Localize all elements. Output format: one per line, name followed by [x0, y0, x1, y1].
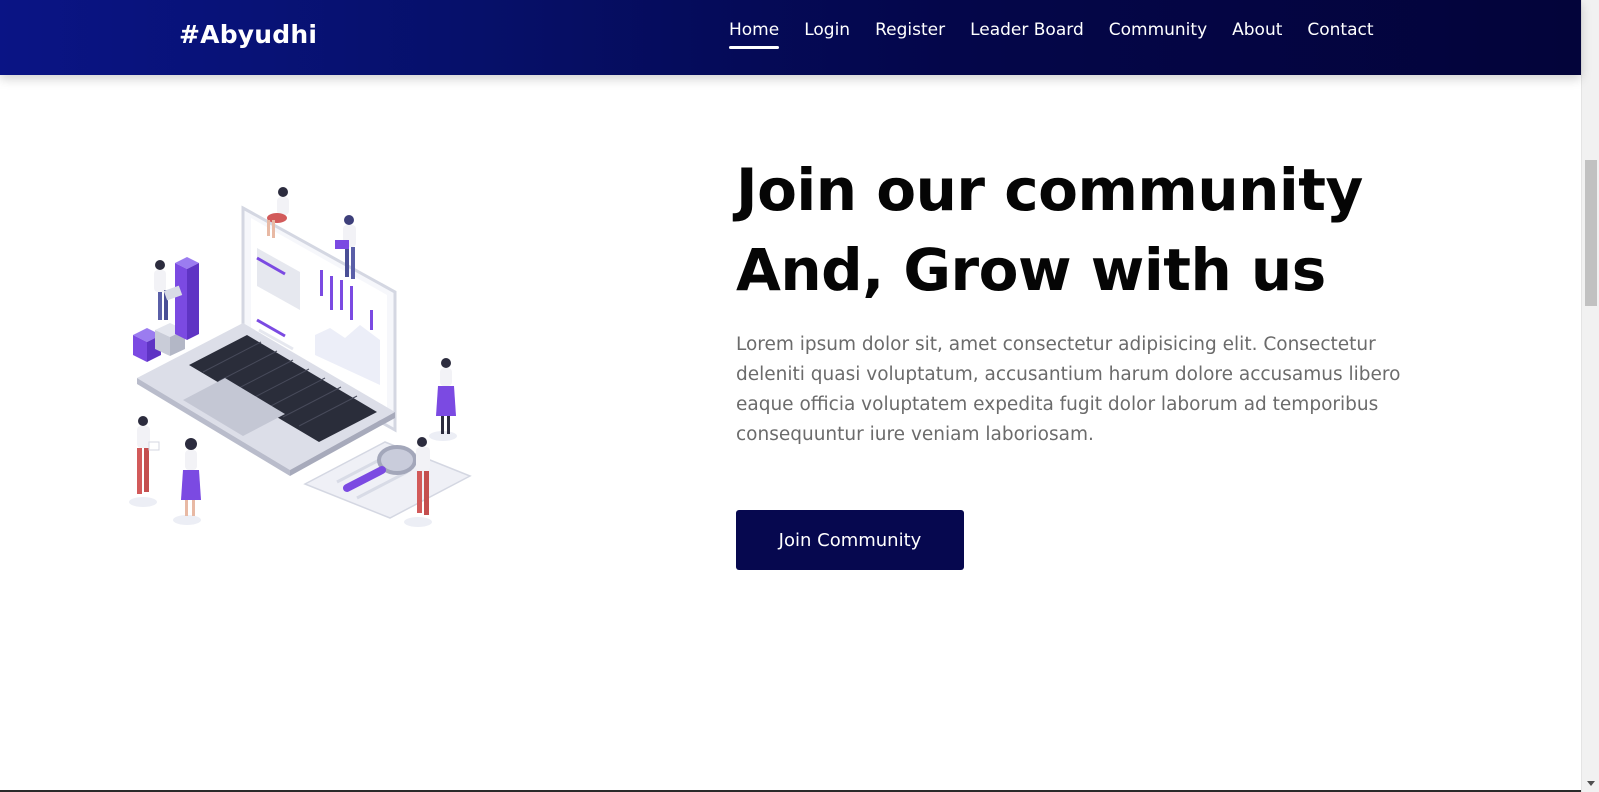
vertical-scrollbar[interactable] [1581, 0, 1599, 792]
hero-title-line-2: And, Grow with us [736, 236, 1326, 304]
team-laptop-illustration-icon [129, 187, 472, 527]
scrollbar-thumb[interactable] [1585, 160, 1597, 306]
nav-link-home[interactable]: Home [729, 20, 780, 49]
nav-links: Home Login Register Leader Board Communi… [729, 20, 1399, 49]
hero-description: Lorem ipsum dolor sit, amet consectetur … [736, 334, 1401, 445]
nav-link-community[interactable]: Community [1109, 20, 1207, 46]
nav-link-register[interactable]: Register [875, 20, 945, 46]
brand-logo[interactable]: #Abyudhi [179, 20, 317, 49]
nav-link-contact[interactable]: Contact [1307, 20, 1373, 46]
scroll-down-arrow-icon[interactable] [1587, 781, 1595, 786]
nav-link-leader-board[interactable]: Leader Board [970, 20, 1084, 46]
nav-link-login[interactable]: Login [804, 20, 850, 46]
nav-link-about[interactable]: About [1232, 20, 1282, 46]
navbar: #Abyudhi Home Login Register Leader Boar… [0, 0, 1581, 75]
hero-title-line-1: Join our community [736, 156, 1363, 224]
hero-title: Join our community And, Grow with us [736, 150, 1496, 310]
join-community-button[interactable]: Join Community [736, 510, 964, 570]
